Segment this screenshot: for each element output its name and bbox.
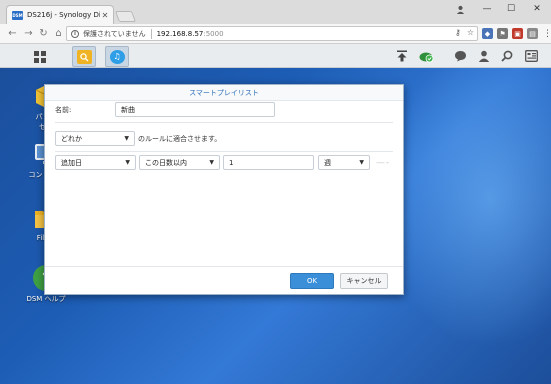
chrome-menu-icon[interactable]: ⋮ <box>542 28 551 39</box>
url-host: 192.168.8.57 <box>156 29 204 38</box>
match-mode-value: どれか <box>61 134 82 143</box>
browser-tab-strip: DSM DS216j - Synology DiskS ✕ — ☐ ✕ <box>0 0 551 24</box>
extension-cast-icon[interactable]: ▤ <box>527 28 538 39</box>
match-mode-select[interactable]: どれか ▼ <box>55 131 135 146</box>
rule-operator-select[interactable]: この日数以内 ▼ <box>139 155 220 170</box>
tab-title: DS216j - Synology DiskS <box>27 11 100 19</box>
upload-icon[interactable] <box>394 48 410 64</box>
new-tab-button[interactable] <box>114 11 137 22</box>
chevron-down-icon: ▼ <box>125 159 130 166</box>
chevron-down-icon: ▼ <box>209 159 214 166</box>
dialog-title: スマートプレイリスト <box>45 85 403 101</box>
tab-close-icon[interactable]: ✕ <box>100 11 110 20</box>
main-menu-icon[interactable] <box>28 47 52 66</box>
chat-icon[interactable] <box>452 48 468 64</box>
rule-unit-value: 週 <box>324 158 331 167</box>
home-icon[interactable]: ⌂ <box>52 27 65 40</box>
rule-unit-select[interactable]: 週 ▼ <box>318 155 370 170</box>
address-bar[interactable]: i 保護されていません 192.168.8.57 :5000 ⚷ ☆ <box>66 26 478 41</box>
minimize-icon[interactable]: — <box>476 3 498 15</box>
url-port: :5000 <box>203 29 224 38</box>
rule-row: 追加日 ▼ この日数以内 ▼ 1 週 ▼ — - <box>55 155 389 170</box>
playlist-name-input[interactable]: 新曲 <box>115 102 275 117</box>
dsm-taskbar: ♫ <box>0 44 551 68</box>
extension-camera-icon[interactable]: ▣ <box>512 28 523 39</box>
desktop-icon-label: DSM ヘルプ <box>26 295 66 303</box>
close-window-icon[interactable]: ✕ <box>526 3 548 15</box>
wallpaper-glow <box>380 68 551 348</box>
rule-operator-value: この日数以内 <box>145 158 187 167</box>
rule-field-select[interactable]: 追加日 ▼ <box>55 155 136 170</box>
maximize-icon[interactable]: ☐ <box>500 3 522 15</box>
remove-rule-icon[interactable]: — - <box>376 158 389 168</box>
dsm-favicon-icon: DSM <box>12 10 23 20</box>
browser-toolbar: ← → ↻ ⌂ i 保護されていません 192.168.8.57 :5000 ⚷… <box>0 24 551 44</box>
folder-search-icon <box>76 49 92 64</box>
security-status: 保護されていません <box>83 29 146 38</box>
name-label: 名前: <box>55 105 72 114</box>
music-note-icon: ♫ <box>109 49 125 64</box>
cancel-button[interactable]: キャンセル <box>340 273 388 289</box>
bookmark-star-icon[interactable]: ☆ <box>467 28 474 37</box>
forward-icon[interactable]: → <box>22 27 35 40</box>
divider <box>150 28 152 39</box>
divider <box>55 122 393 123</box>
name-row: 名前: 新曲 <box>55 102 275 117</box>
extension-shield-icon[interactable]: ◆ <box>482 28 493 39</box>
key-icon[interactable]: ⚷ <box>455 28 461 37</box>
widgets-icon[interactable] <box>523 48 539 64</box>
match-description: のルールに適合させます。 <box>138 134 222 143</box>
rule-field-value: 追加日 <box>61 158 82 167</box>
info-icon[interactable]: i <box>71 29 79 38</box>
rule-value-input[interactable]: 1 <box>223 155 314 170</box>
divider <box>55 151 393 152</box>
reload-icon[interactable]: ↻ <box>37 27 50 40</box>
taskbar-file-station[interactable] <box>72 46 96 67</box>
smart-playlist-dialog: スマートプレイリスト 名前: 新曲 どれか ▼ のルールに適合させます。 追加日… <box>44 84 404 295</box>
cloud-sync-status-icon[interactable] <box>418 48 434 64</box>
back-icon[interactable]: ← <box>6 27 19 40</box>
browser-tab[interactable]: DSM DS216j - Synology DiskS ✕ <box>6 5 114 24</box>
user-icon[interactable] <box>476 48 492 64</box>
chevron-down-icon: ▼ <box>124 135 129 142</box>
profile-icon[interactable] <box>449 3 471 15</box>
dialog-footer: OK キャンセル <box>45 266 403 294</box>
taskbar-audio-station[interactable]: ♫ <box>105 46 129 67</box>
match-row: どれか ▼ のルールに適合させます。 <box>55 131 221 146</box>
extension-flag-icon[interactable]: ⚑ <box>497 28 508 39</box>
ok-button[interactable]: OK <box>290 273 334 289</box>
search-icon[interactable] <box>499 48 515 64</box>
chevron-down-icon: ▼ <box>359 159 364 166</box>
